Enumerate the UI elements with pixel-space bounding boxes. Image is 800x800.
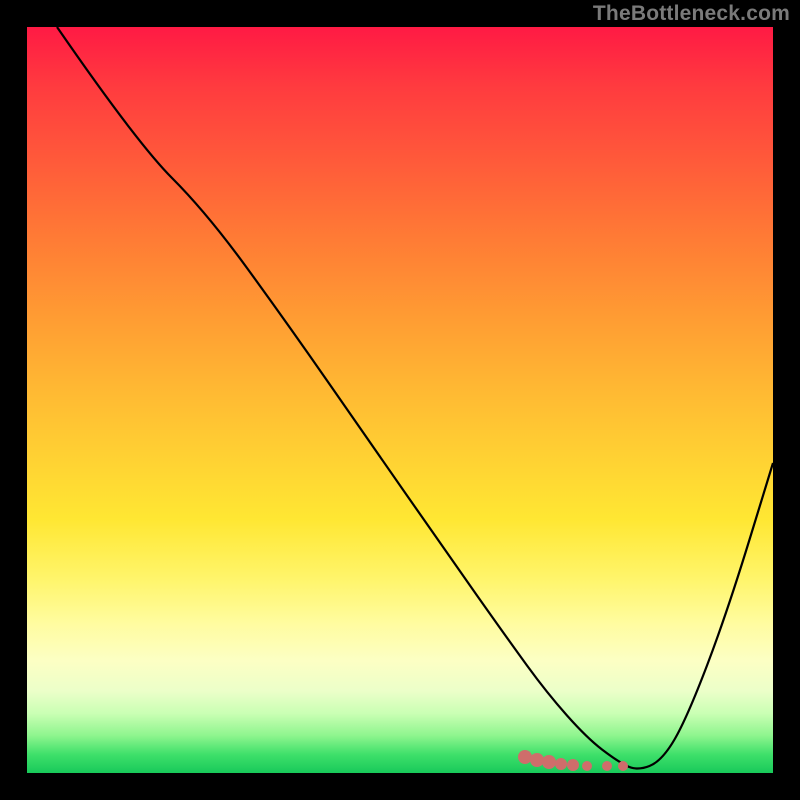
chart-frame [27,27,773,773]
marker-dot [542,755,556,769]
chart-svg [27,27,773,773]
marker-dot [555,758,567,770]
watermark-text: TheBottleneck.com [593,2,790,26]
marker-dot [518,750,532,764]
line-series-curve [57,27,773,769]
marker-dot [602,761,612,771]
marker-dot [618,761,628,771]
marker-dots-group [518,750,628,771]
marker-dot [582,761,592,771]
bottleneck-curve [57,27,773,769]
marker-dot [567,759,579,771]
marker-dot [530,753,544,767]
